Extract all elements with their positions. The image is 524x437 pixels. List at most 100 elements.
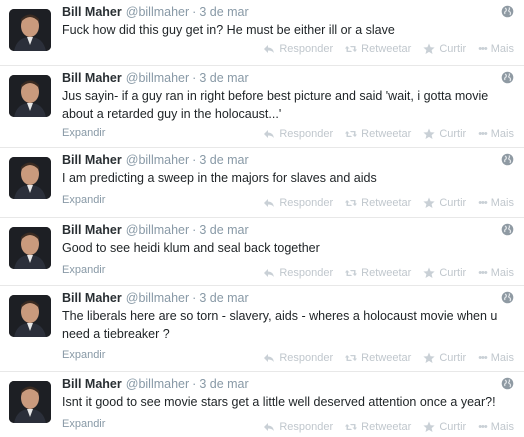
author-handle[interactable]: @billmaher — [126, 291, 189, 305]
tweet-actions: Responder Retweetar Curtir ••• Mais — [263, 421, 514, 433]
favorite-button[interactable]: Curtir — [423, 197, 466, 209]
retweet-button[interactable]: Retweetar — [345, 267, 411, 279]
author-handle[interactable]: @billmaher — [126, 71, 189, 85]
star-icon — [423, 267, 435, 278]
retweet-icon — [345, 200, 358, 206]
more-button[interactable]: ••• Mais — [478, 352, 514, 364]
reply-icon — [264, 199, 275, 207]
author-name[interactable]: Bill Maher — [62, 5, 122, 19]
tweet[interactable]: Bill Maher @billmaher · 3 de mar I am predi… — [0, 148, 524, 218]
retweet-icon — [345, 131, 358, 137]
timestamp[interactable]: 3 de mar — [199, 5, 248, 19]
more-button[interactable]: ••• Mais — [478, 267, 514, 279]
author-name[interactable]: Bill Maher — [62, 153, 122, 167]
tweet-header: Bill Maher @billmaher · 3 de mar — [62, 5, 249, 21]
reply-button[interactable]: Responder — [263, 197, 333, 209]
reply-label: Responder — [279, 421, 334, 433]
author-name[interactable]: Bill Maher — [62, 71, 122, 85]
favorite-button[interactable]: Curtir — [423, 128, 466, 140]
tweet-header: Bill Maher @billmaher · 3 de mar — [62, 71, 249, 87]
timestamp[interactable]: 3 de mar — [199, 377, 248, 391]
tweet-text: I am predicting a sweep in the majors fo… — [62, 171, 377, 185]
author-handle[interactable]: @billmaher — [126, 223, 189, 237]
tweet[interactable]: Bill Maher @billmaher · 3 de mar Good to se… — [0, 218, 524, 286]
retweet-button[interactable]: Retweetar — [345, 352, 411, 364]
author-name[interactable]: Bill Maher — [62, 291, 122, 305]
separator: · — [192, 71, 197, 85]
expand-link[interactable]: Expandir — [62, 418, 105, 430]
retweet-label: Retweetar — [361, 197, 412, 209]
retweet-button[interactable]: Retweetar — [345, 128, 411, 140]
tweet-text: Isnt it good to see movie stars get a li… — [62, 395, 496, 409]
star-icon — [423, 43, 435, 54]
more-button[interactable]: ••• Mais — [478, 128, 514, 140]
more-button[interactable]: ••• Mais — [478, 197, 514, 209]
expand-link[interactable]: Expandir — [62, 264, 105, 276]
expand-link[interactable]: Expandir — [62, 194, 105, 206]
reply-button[interactable]: Responder — [263, 267, 333, 279]
retweet-icon — [345, 355, 358, 361]
tweet-text: Good to see heidi klum and seal back tog… — [62, 241, 320, 255]
more-label: Mais — [490, 128, 514, 140]
tweet-text: The liberals here are so torn - slavery,… — [62, 309, 498, 341]
tweet[interactable]: Bill Maher @billmaher · 3 de mar Isnt it go… — [0, 372, 524, 437]
tweet-text: Jus sayin- if a guy ran in right before … — [62, 89, 489, 121]
star-icon — [423, 128, 435, 139]
globe-icon — [501, 5, 514, 18]
reply-label: Responder — [279, 352, 334, 364]
author-name[interactable]: Bill Maher — [62, 223, 122, 237]
retweet-button[interactable]: Retweetar — [345, 43, 411, 55]
globe-icon — [501, 223, 514, 236]
avatar[interactable] — [9, 9, 51, 51]
reply-icon — [264, 269, 275, 277]
timestamp[interactable]: 3 de mar — [199, 71, 248, 85]
more-icon: ••• — [478, 421, 488, 433]
timestamp[interactable]: 3 de mar — [199, 223, 248, 237]
reply-button[interactable]: Responder — [263, 421, 333, 433]
favorite-button[interactable]: Curtir — [423, 43, 466, 55]
tweet-actions: Responder Retweetar Curtir ••• Mais — [263, 352, 514, 364]
tweet[interactable]: Bill Maher @billmaher · 3 de mar Jus sayin-… — [0, 66, 524, 148]
avatar[interactable] — [9, 157, 51, 199]
favorite-button[interactable]: Curtir — [423, 267, 466, 279]
retweet-icon — [345, 424, 358, 430]
more-label: Mais — [490, 352, 514, 364]
avatar[interactable] — [9, 75, 51, 117]
tweet[interactable]: Bill Maher @billmaher · 3 de mar Fuck how d… — [0, 0, 524, 66]
reply-button[interactable]: Responder — [263, 128, 333, 140]
more-icon: ••• — [478, 267, 488, 279]
more-button[interactable]: ••• Mais — [478, 43, 514, 55]
retweet-button[interactable]: Retweetar — [345, 421, 411, 433]
expand-link[interactable]: Expandir — [62, 127, 105, 139]
author-handle[interactable]: @billmaher — [126, 153, 189, 167]
star-icon — [423, 421, 435, 432]
reply-label: Responder — [279, 197, 334, 209]
favorite-button[interactable]: Curtir — [423, 352, 466, 364]
expand-link[interactable]: Expandir — [62, 349, 105, 361]
favorite-button[interactable]: Curtir — [423, 421, 466, 433]
reply-button[interactable]: Responder — [263, 43, 333, 55]
author-name[interactable]: Bill Maher — [62, 377, 122, 391]
reply-icon — [264, 45, 275, 53]
author-handle[interactable]: @billmaher — [126, 5, 189, 19]
separator: · — [192, 223, 197, 237]
reply-button[interactable]: Responder — [263, 352, 333, 364]
retweet-button[interactable]: Retweetar — [345, 197, 411, 209]
timestamp[interactable]: 3 de mar — [199, 291, 248, 305]
favorite-label: Curtir — [439, 267, 467, 279]
author-handle[interactable]: @billmaher — [126, 377, 189, 391]
separator: · — [192, 291, 197, 305]
tweet[interactable]: Bill Maher @billmaher · 3 de mar The libera… — [0, 286, 524, 372]
reply-label: Responder — [279, 43, 334, 55]
more-icon: ••• — [478, 352, 488, 364]
avatar[interactable] — [9, 295, 51, 337]
more-icon: ••• — [478, 43, 488, 55]
avatar[interactable] — [9, 227, 51, 269]
tweet-timeline: Bill Maher @billmaher · 3 de mar Fuck how d… — [0, 0, 524, 437]
more-button[interactable]: ••• Mais — [478, 421, 514, 433]
separator: · — [192, 377, 197, 391]
timestamp[interactable]: 3 de mar — [199, 153, 248, 167]
avatar[interactable] — [9, 381, 51, 423]
reply-label: Responder — [279, 267, 334, 279]
globe-icon — [501, 153, 514, 166]
